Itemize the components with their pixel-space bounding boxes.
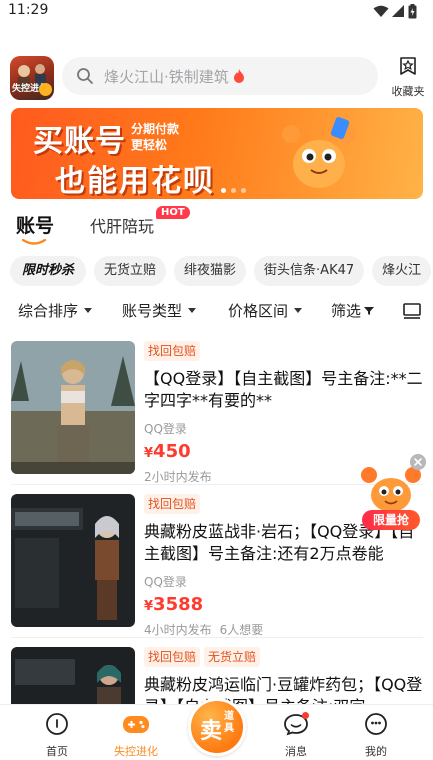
caret-down-icon xyxy=(84,308,93,313)
banner-dot xyxy=(231,188,236,193)
favorites-label: 收藏夹 xyxy=(391,85,425,98)
quick-tag-row: 限时秒杀 无货立赔 绯夜猫影 街头信条·AK47 烽火江 xyxy=(10,256,433,286)
tag-item[interactable]: 绯夜猫影 xyxy=(174,256,247,286)
listing-card[interactable]: 找回包赔 无货立赔 典藏粉皮鸿运临门·豆罐炸药包；【QQ登录】【自主截图】号主备… xyxy=(11,647,423,704)
list-layout-icon[interactable] xyxy=(403,302,421,320)
sell-items-button[interactable]: 卖 道具 xyxy=(188,698,246,756)
price-range-label: 价格区间 xyxy=(228,302,289,320)
tab-account[interactable]: 账号 xyxy=(16,211,54,238)
price-amount: 450 xyxy=(153,441,191,462)
wifi-icon xyxy=(373,5,389,17)
no-stock-compensation-badge: 无货立赔 xyxy=(204,647,261,667)
banner-title: 买账号 xyxy=(33,124,126,159)
price-range-dropdown[interactable]: 价格区间 xyxy=(228,300,303,321)
price-currency: ¥ xyxy=(144,599,154,614)
guarantee-badge: 找回包赔 xyxy=(144,494,201,514)
listing-thumbnail xyxy=(11,341,135,474)
listing-title: 典藏粉皮鸿运临门·豆罐炸药包；【QQ登录】【自主截图】号主备注:双字 xyxy=(144,675,423,704)
nav-mine-label: 我的 xyxy=(365,745,387,758)
nav-game[interactable]: 失控进化 xyxy=(106,712,166,759)
filter-label: 筛选 xyxy=(331,302,362,320)
hot-badge: HOT xyxy=(156,206,190,219)
tag-flash-sale[interactable]: 限时秒杀 xyxy=(10,256,87,286)
nav-messages[interactable]: 消息 xyxy=(266,712,326,759)
listing-price: ¥3588 xyxy=(144,594,423,615)
character-screenshot-icon xyxy=(11,647,135,704)
listing-info: 找回包赔 无货立赔 典藏粉皮鸿运临门·豆罐炸药包；【QQ登录】【自主截图】号主备… xyxy=(144,647,423,704)
banner-subtitle-1: 分期付款 xyxy=(131,122,180,136)
favorites-button[interactable]: 收藏夹 xyxy=(386,55,430,99)
funnel-icon xyxy=(364,306,375,315)
price-currency: ¥ xyxy=(144,446,154,461)
close-icon[interactable] xyxy=(410,454,426,470)
game-logo[interactable]: 失控进化 xyxy=(10,56,54,100)
limited-offer-label: 限量抢 xyxy=(362,510,420,530)
divider xyxy=(11,637,423,638)
filter-button[interactable]: 筛选 xyxy=(331,300,375,321)
publish-time: 2小时内发布 xyxy=(144,470,212,484)
search-icon xyxy=(77,68,93,84)
publish-time: 4小时内发布 xyxy=(144,623,212,637)
unread-dot xyxy=(302,712,309,719)
login-type: QQ登录 xyxy=(144,575,187,589)
caret-down-icon xyxy=(294,308,303,313)
banner-pagination xyxy=(221,188,246,193)
category-tabs: 账号 代肝陪玩 HOT xyxy=(0,205,433,245)
banner-dot xyxy=(221,188,226,193)
want-count: 6人想要 xyxy=(219,623,264,637)
sort-label: 综合排序 xyxy=(18,302,79,320)
tag-item[interactable]: 无货立赔 xyxy=(94,256,167,286)
caret-down-icon xyxy=(188,308,197,313)
nav-home-label: 首页 xyxy=(46,745,68,758)
character-screenshot-icon xyxy=(11,341,135,474)
account-type-label: 账号类型 xyxy=(122,302,183,320)
guarantee-badge: 找回包赔 xyxy=(144,341,201,361)
listing-title: 【QQ登录】【自主截图】号主备注:**二字四字**有要的** xyxy=(144,369,423,410)
guarantee-badge: 找回包赔 xyxy=(144,647,201,667)
listing-meta: 4小时内发布 6人想要 xyxy=(144,621,423,638)
tag-item[interactable]: 烽火江 xyxy=(372,256,432,286)
logo-switch-badge xyxy=(39,83,52,96)
account-type-dropdown[interactable]: 账号类型 xyxy=(122,300,197,321)
banner-headline: 也能用花呗 xyxy=(55,164,215,199)
header: 失控进化 烽火江山·铁制建筑 收藏夹 xyxy=(0,50,433,104)
badge-row: 找回包赔 无货立赔 xyxy=(144,647,423,667)
price-amount: 3588 xyxy=(153,594,204,615)
filter-bar: 综合排序 账号类型 价格区间 筛选 xyxy=(0,296,433,326)
battery-icon xyxy=(408,4,417,19)
character-screenshot-icon xyxy=(11,494,135,627)
signal-icon xyxy=(392,5,404,17)
promo-banner[interactable]: 买账号 分期付款 更轻松 也能用花呗 xyxy=(11,108,423,199)
listing-thumbnail xyxy=(11,647,135,704)
sell-main-label: 卖 xyxy=(200,719,223,744)
tab-boosting-service[interactable]: 代肝陪玩 xyxy=(90,213,154,237)
nav-game-label: 失控进化 xyxy=(114,745,158,758)
search-bar[interactable]: 烽火江山·铁制建筑 xyxy=(62,57,378,95)
badge-row: 找回包赔 xyxy=(144,341,423,361)
login-type: QQ登录 xyxy=(144,422,187,436)
sell-sub-label: 道具 xyxy=(224,711,234,734)
limited-offer-float[interactable]: 限量抢 xyxy=(358,453,428,535)
status-time: 11:29 xyxy=(8,2,49,18)
smiley-icon xyxy=(365,713,387,735)
gamepad-icon xyxy=(123,716,149,733)
home-icon xyxy=(46,713,68,735)
status-bar: 11:29 xyxy=(0,0,433,24)
banner-dot xyxy=(241,188,246,193)
status-icons xyxy=(373,4,417,19)
listing-thumbnail xyxy=(11,494,135,627)
crab-mascot-icon xyxy=(282,117,356,188)
favorites-icon xyxy=(400,57,416,75)
sort-dropdown[interactable]: 综合排序 xyxy=(18,300,93,321)
tab-active-indicator xyxy=(22,239,46,245)
nav-home[interactable]: 首页 xyxy=(27,712,87,759)
banner-subtitle-2: 更轻松 xyxy=(131,138,168,152)
tag-item[interactable]: 街头信条·AK47 xyxy=(254,256,365,286)
search-placeholder: 烽火江山·铁制建筑 xyxy=(104,67,229,86)
nav-messages-label: 消息 xyxy=(285,745,307,758)
nav-mine[interactable]: 我的 xyxy=(346,712,406,759)
fire-icon xyxy=(233,69,244,83)
